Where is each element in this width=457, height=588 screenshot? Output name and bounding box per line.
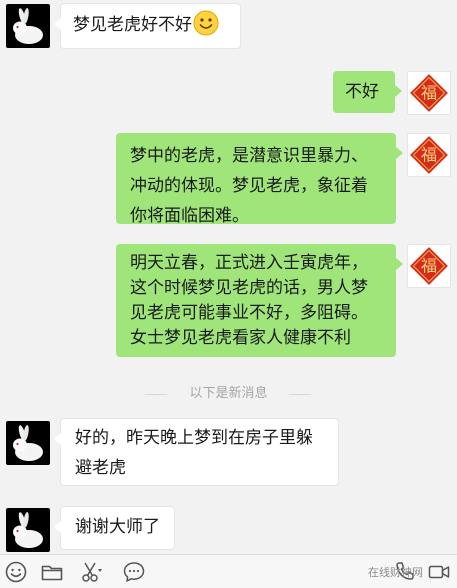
folder-icon[interactable]	[40, 560, 64, 584]
message-text: 不好	[345, 82, 379, 102]
fu-character: 福	[421, 257, 437, 276]
message-line: 冲动的体现。梦见老虎，象征着	[130, 176, 368, 196]
message-line: 明天立春，正式进入壬寅虎年，	[130, 253, 368, 273]
contact-avatar[interactable]	[6, 421, 50, 465]
my-avatar[interactable]: 福	[407, 71, 451, 115]
message-line: 这个时候梦见老虎的话，男人梦	[130, 278, 368, 298]
message-line: 你将面临困难。	[130, 206, 249, 226]
message-text: 梦见老虎好不好	[73, 15, 192, 35]
message-bubble-incoming[interactable]: 谢谢大师了	[54, 506, 175, 550]
fu-character: 福	[421, 84, 437, 103]
my-avatar[interactable]: 福	[407, 133, 451, 177]
chat-bubble-icon[interactable]	[122, 560, 146, 584]
message-bubble-incoming[interactable]: 梦见老虎好不好	[54, 3, 241, 49]
video-icon[interactable]	[427, 560, 451, 584]
scissors-icon[interactable]	[80, 560, 104, 584]
message-line: 梦中的老虎，是潜意识里暴力、	[130, 146, 368, 166]
divider-text: 以下是新消息	[189, 386, 268, 401]
chat-area[interactable]: 梦见老虎好不好 不好 福 梦中的老虎，是潜意识里暴力、 冲动的体现。梦见老虎，象…	[0, 0, 457, 554]
message-bubble-outgoing[interactable]: 明天立春，正式进入壬寅虎年， 这个时候梦见老虎的话，男人梦 见老虎可能事业不好，…	[116, 244, 403, 357]
contact-avatar[interactable]	[6, 508, 50, 552]
watermark-text: 在线财神网	[368, 566, 423, 579]
message-bubble-outgoing[interactable]: 梦中的老虎，是潜意识里暴力、 冲动的体现。梦见老虎，象征着 你将面临困难。	[116, 133, 403, 226]
message-line: 女士梦见老虎看家人健康不利	[130, 328, 351, 348]
input-toolbar: 在线财神网	[0, 554, 457, 588]
message-text: 谢谢大师了	[75, 517, 160, 537]
message-line: 好的，昨天晚上梦到在房子里躲	[75, 428, 313, 448]
fu-character: 福	[421, 146, 437, 165]
message-bubble-incoming[interactable]: 好的，昨天晚上梦到在房子里躲 避老虎	[54, 418, 339, 486]
emoji-icon[interactable]	[4, 560, 28, 584]
new-messages-divider: 以下是新消息	[0, 383, 457, 405]
contact-avatar[interactable]	[6, 4, 50, 48]
my-avatar[interactable]: 福	[407, 244, 451, 288]
message-line: 见老虎可能事业不好，多阻碍。	[130, 303, 368, 323]
smile-emoji-icon	[193, 10, 219, 36]
message-bubble-outgoing[interactable]: 不好	[333, 71, 402, 113]
divider-line	[289, 394, 311, 395]
message-line: 避老虎	[75, 458, 126, 478]
